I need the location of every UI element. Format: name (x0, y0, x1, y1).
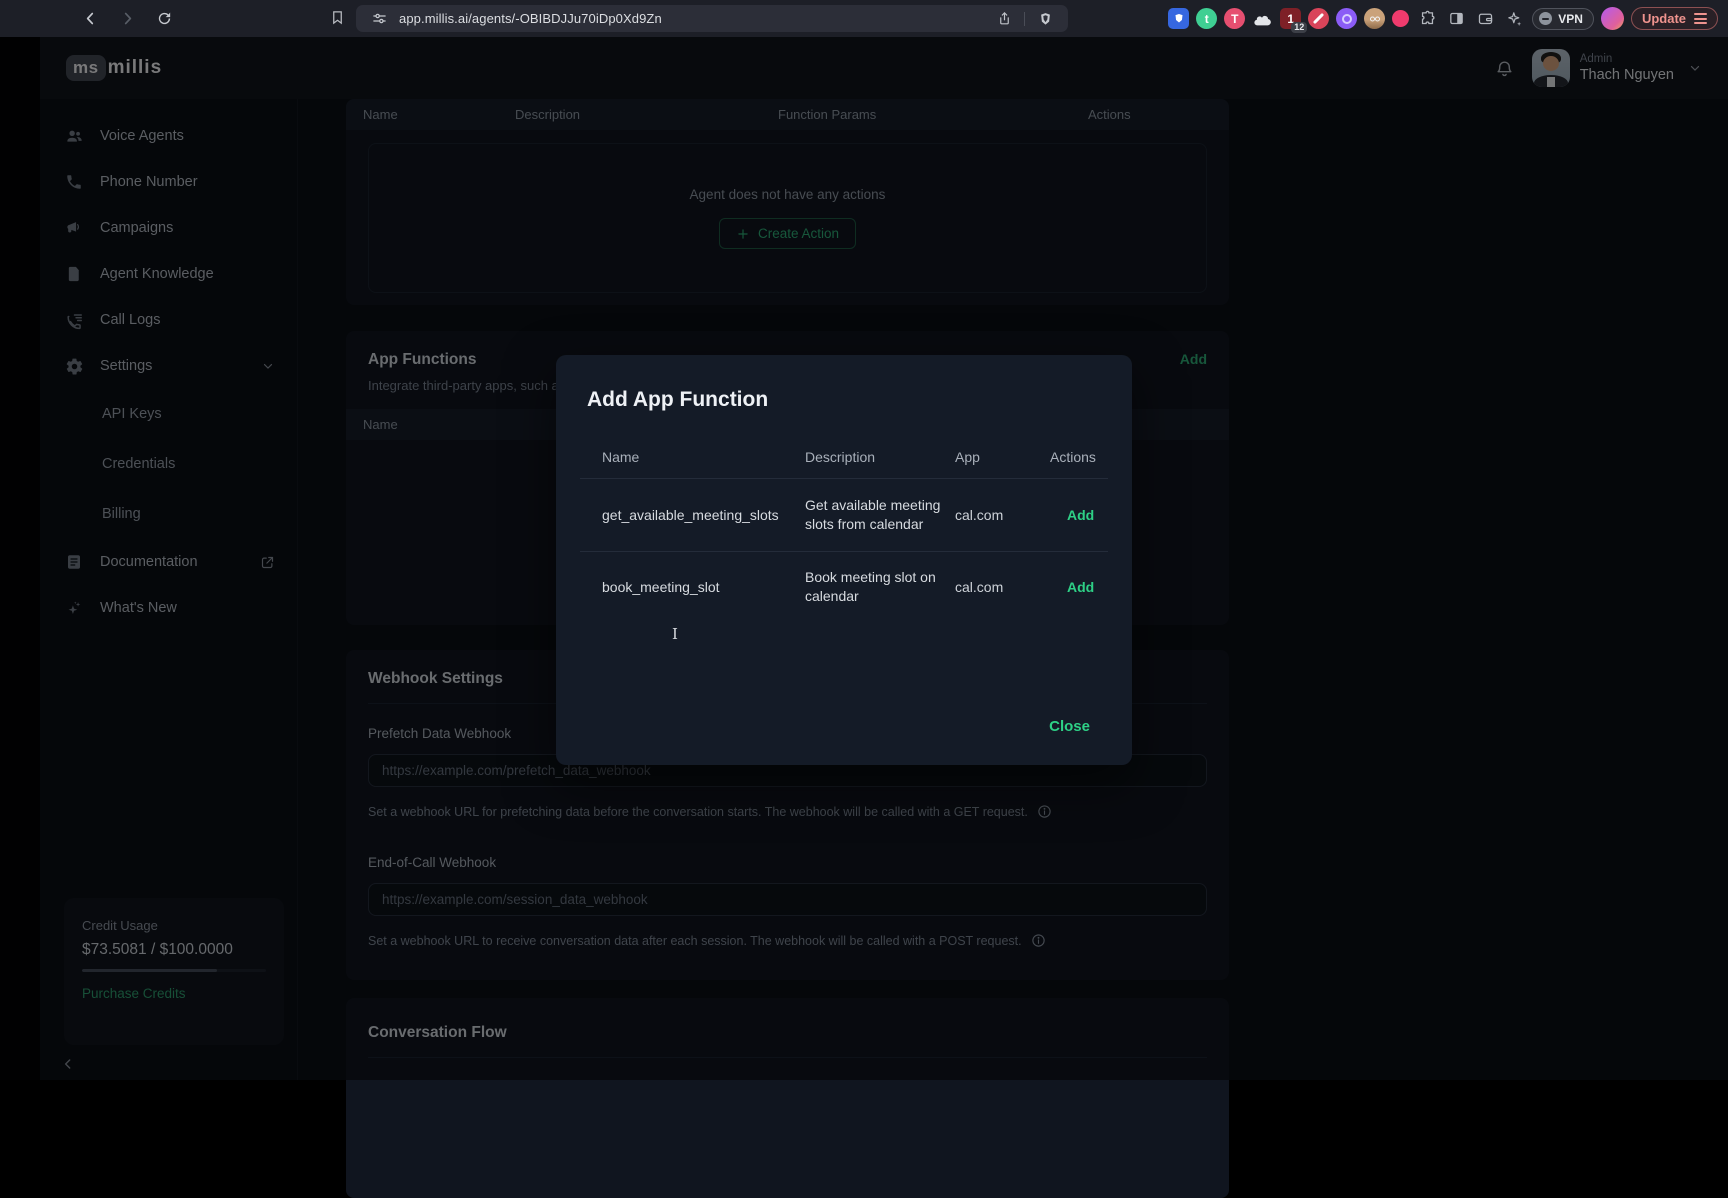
browser-profile-avatar[interactable] (1601, 7, 1624, 30)
text-cursor: I (672, 625, 678, 643)
column-app: App (955, 449, 1050, 465)
extensions-puzzle-icon[interactable] (1416, 10, 1438, 27)
column-actions: Actions (1050, 449, 1132, 465)
divider (1024, 12, 1025, 26)
vpn-button[interactable]: VPN (1532, 8, 1594, 30)
brave-shield-icon[interactable] (1034, 11, 1056, 27)
t-green-extension-icon[interactable]: t (1196, 8, 1217, 29)
reload-icon[interactable] (156, 10, 173, 27)
site-settings-icon[interactable] (368, 11, 390, 26)
add-function-button[interactable]: Add (1050, 507, 1132, 523)
extension-icons: t T 1 12 VPN (1168, 0, 1718, 37)
wallet-icon[interactable] (1474, 10, 1496, 27)
address-bar[interactable]: app.millis.ai/agents/-OBIBDJJu70iDp0Xd9Z… (356, 5, 1068, 32)
t-red-extension-icon[interactable]: T (1224, 8, 1245, 29)
pink-dot-extension-icon[interactable] (1392, 10, 1409, 27)
extension-badge: 12 (1291, 22, 1307, 33)
function-name: get_available_meeting_slots (602, 507, 805, 523)
column-description: Description (805, 449, 955, 465)
purple-extension-icon[interactable] (1336, 8, 1357, 29)
function-description: Get available meeting slots from calenda… (805, 496, 955, 534)
url-text: app.millis.ai/agents/-OBIBDJJu70iDp0Xd9Z… (399, 11, 662, 26)
function-app: cal.com (955, 507, 1050, 523)
add-app-function-modal: Add App Function Name Description App Ac… (556, 355, 1132, 765)
modal-table-header: Name Description App Actions (556, 449, 1132, 478)
avatar-extension-icon[interactable] (1364, 8, 1385, 29)
modal-title: Add App Function (587, 388, 1102, 412)
blocker-extension-icon[interactable] (1308, 8, 1329, 29)
password-extension-icon[interactable]: 1 12 (1280, 8, 1301, 29)
function-name: book_meeting_slot (602, 579, 805, 595)
browser-toolbar: app.millis.ai/agents/-OBIBDJJu70iDp0Xd9Z… (0, 0, 1728, 37)
menu-icon (1694, 13, 1707, 24)
column-name: Name (602, 449, 805, 465)
vpn-label: VPN (1558, 12, 1583, 26)
back-icon[interactable] (82, 10, 99, 27)
function-app: cal.com (955, 579, 1050, 595)
share-icon[interactable] (993, 11, 1015, 26)
sidebar-panel-icon[interactable] (1445, 10, 1467, 27)
ai-sparkle-icon[interactable] (1503, 10, 1525, 27)
add-function-button[interactable]: Add (1050, 579, 1132, 595)
app-window: ms millis Admin Thach Nguyen (0, 37, 1728, 1080)
table-row: get_available_meeting_slots Get availabl… (556, 479, 1132, 551)
forward-icon[interactable] (119, 10, 136, 27)
bookmark-icon[interactable] (330, 8, 345, 27)
cloud-extension-icon[interactable] (1252, 8, 1273, 29)
update-label: Update (1642, 11, 1686, 26)
function-description: Book meeting slot on calendar (805, 568, 955, 606)
close-modal-button[interactable]: Close (1049, 718, 1090, 735)
browser-update-button[interactable]: Update (1631, 7, 1718, 30)
shield-extension-icon[interactable] (1168, 8, 1189, 29)
vpn-status-icon (1539, 12, 1552, 25)
table-row: book_meeting_slot Book meeting slot on c… (556, 552, 1132, 626)
